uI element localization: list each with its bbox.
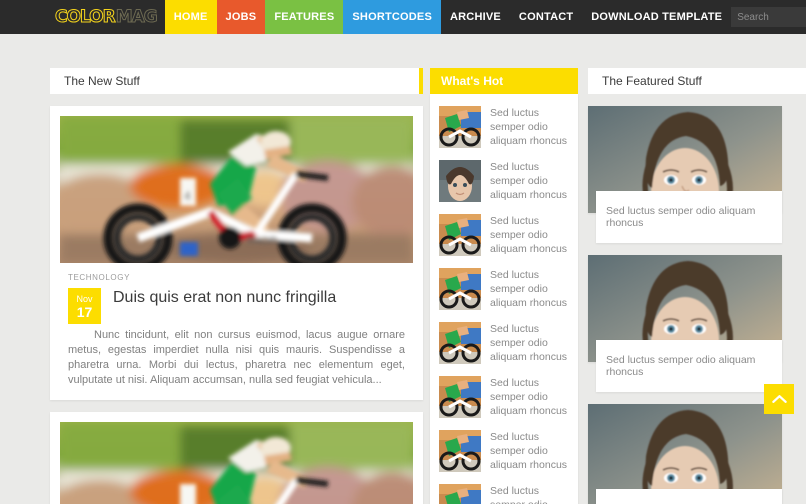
article-image-cyclist[interactable]: 4 THOR xyxy=(60,116,413,263)
thumbnail-cyclist-icon xyxy=(439,268,481,310)
primary-navigation: HOME JOBS FEATURES SHORTCODES ARCHIVE CO… xyxy=(164,0,731,34)
list-item-label: Sed luctus semper odio aliquam rhoncus xyxy=(490,107,568,147)
article-date-badge: Nov 17 xyxy=(68,288,101,324)
featured-caption[interactable]: Sed luctus semper odio aliquam rhoncus xyxy=(596,191,782,243)
thumbnail-child-icon xyxy=(439,160,481,202)
nav-item-jobs[interactable]: JOBS xyxy=(216,0,266,34)
thumbnail-cyclist-icon xyxy=(439,430,481,472)
list-item[interactable]: Sed luctus semper odio aliquam rhoncus xyxy=(430,100,578,154)
column-whats-hot: What's Hot Sed luctus semper odio aliqua… xyxy=(430,68,578,504)
header-search xyxy=(731,7,806,27)
search-input[interactable] xyxy=(731,7,806,27)
thumbnail-cyclist-icon xyxy=(439,322,481,364)
content-grid: The New Stuff 4 THOR TECHNOLOGY Nov 17 D… xyxy=(50,68,806,504)
svg-text:THOR: THOR xyxy=(246,235,277,247)
logo-text-color: COLOR xyxy=(55,7,117,28)
list-item-label: Sed luctus semper odio aliquam rhoncus xyxy=(490,377,568,417)
featured-caption[interactable]: Sed luctus semper odio aliquam rhoncus xyxy=(596,489,782,504)
thumbnail-cyclist-icon xyxy=(439,376,481,418)
nav-item-archive[interactable]: ARCHIVE xyxy=(441,0,510,34)
list-item[interactable]: Sed luctus semper odio aliquam rhoncus xyxy=(430,262,578,316)
list-item-label: Sed luctus semper odio aliquam rhoncus xyxy=(490,215,568,255)
article-card[interactable]: THOR xyxy=(50,412,423,504)
thumbnail-cyclist-icon xyxy=(439,106,481,148)
list-item-label: Sed luctus semper odio aliquam rhoncus xyxy=(490,161,568,201)
site-header: COLOR MAG HOME JOBS FEATURES SHORTCODES A… xyxy=(0,0,806,34)
list-item-label: Sed luctus semper odio aliquam rhoncus xyxy=(490,323,568,363)
article-image-cyclist[interactable]: THOR xyxy=(60,422,413,504)
list-item-label: Sed luctus semper odio aliquam rhoncus xyxy=(490,431,568,471)
logo-text-mag: MAG xyxy=(115,7,158,28)
nav-item-shortcodes[interactable]: SHORTCODES xyxy=(343,0,442,34)
section-title-whats-hot: What's Hot xyxy=(441,74,504,88)
list-item[interactable]: Sed luctus semper odio aliquam rhoncus xyxy=(430,424,578,478)
article-excerpt-text: Nunc tincidunt, elit non cursus euismod,… xyxy=(68,329,405,386)
list-item[interactable]: Sed luctus semper odio aliquam rhoncus xyxy=(430,154,578,208)
article-excerpt: Nunc tincidunt, elit non cursus euismod,… xyxy=(68,328,405,388)
section-title-new-stuff: The New Stuff xyxy=(64,74,140,88)
column-featured-stuff: The Featured Stuff Sed luctus semper odi… xyxy=(588,68,806,504)
list-item[interactable]: Sed luctus semper odio aliquam rhoncus xyxy=(430,370,578,424)
nav-item-features[interactable]: FEATURES xyxy=(265,0,344,34)
list-item[interactable]: Sed luctus semper odio aliquam rhoncus xyxy=(430,208,578,262)
header-left-spacer xyxy=(0,0,55,34)
nav-item-download-template[interactable]: DOWNLOAD TEMPLATE xyxy=(582,0,731,34)
featured-card[interactable]: Sed luctus semper odio aliquam rhoncus xyxy=(588,404,806,504)
section-header-featured: The Featured Stuff xyxy=(588,68,806,94)
featured-card[interactable]: Sed luctus semper odio aliquam rhoncus xyxy=(588,106,806,243)
article-date-day: 17 xyxy=(76,303,93,320)
featured-card[interactable]: Sed luctus semper odio aliquam rhoncus xyxy=(588,255,806,392)
section-header-new-stuff: The New Stuff xyxy=(50,68,423,94)
article-category[interactable]: TECHNOLOGY xyxy=(68,273,405,282)
article-title[interactable]: Duis quis erat non nunc fringilla xyxy=(113,286,336,308)
whats-hot-list: Sed luctus semper odio aliquam rhoncus S… xyxy=(430,94,578,504)
svg-text:4: 4 xyxy=(184,189,191,203)
section-title-featured: The Featured Stuff xyxy=(602,74,702,88)
list-item[interactable]: Sed luctus semper odio aliquam rhoncus xyxy=(430,316,578,370)
list-item[interactable]: Sed luctus semper odio aliquam rhoncus xyxy=(430,478,578,504)
article-meta-row: Nov 17 Duis quis erat non nunc fringilla xyxy=(68,286,405,324)
list-item-label: Sed luctus semper odio aliquam rhoncus xyxy=(490,269,568,309)
page-body: The New Stuff 4 THOR TECHNOLOGY Nov 17 D… xyxy=(0,34,806,504)
article-body: TECHNOLOGY Nov 17 Duis quis erat non nun… xyxy=(60,263,413,400)
nav-item-home[interactable]: HOME xyxy=(164,0,217,34)
featured-caption[interactable]: Sed luctus semper odio aliquam rhoncus xyxy=(596,340,782,392)
article-date-month: Nov xyxy=(76,293,93,304)
article-card[interactable]: 4 THOR TECHNOLOGY Nov 17 Duis quis erat … xyxy=(50,106,423,400)
site-logo[interactable]: COLOR MAG xyxy=(55,0,165,34)
section-header-whats-hot: What's Hot xyxy=(430,68,578,94)
list-item-label: Sed luctus semper odio aliquam rhoncus xyxy=(490,485,548,504)
thumbnail-cyclist-icon xyxy=(439,484,481,504)
nav-item-contact[interactable]: CONTACT xyxy=(510,0,582,34)
chevron-up-icon xyxy=(771,394,787,404)
thumbnail-cyclist-icon xyxy=(439,214,481,256)
column-new-stuff: The New Stuff 4 THOR TECHNOLOGY Nov 17 D… xyxy=(50,68,423,504)
scroll-to-top-button[interactable] xyxy=(764,384,794,414)
